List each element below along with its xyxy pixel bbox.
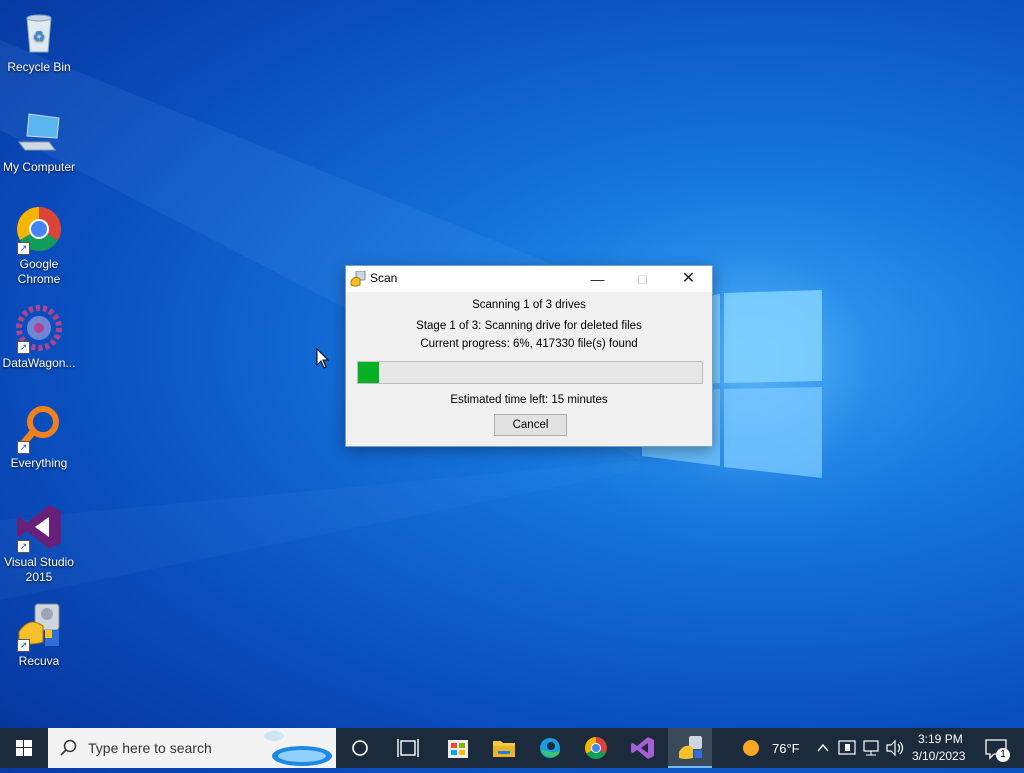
maximize-icon: □ [638, 271, 647, 287]
search-icon [60, 739, 77, 756]
desktop-icon-recycle-bin[interactable]: ♻ Recycle Bin [0, 8, 78, 75]
desktop-icon-label: Recycle Bin [7, 60, 71, 74]
maximize-button: □ [620, 266, 665, 292]
weather-widget[interactable]: 76°F [736, 728, 806, 768]
taskbar-edge[interactable] [528, 728, 572, 768]
tray-network[interactable] [860, 728, 882, 768]
desktop-icon-visual-studio[interactable]: ↗ Visual Studio 2015 [0, 503, 78, 585]
estimated-time: Estimated time left: 15 minutes [450, 394, 608, 406]
shortcut-arrow-icon: ↗ [17, 242, 30, 255]
desktop-icon-label: Google Chrome [17, 257, 61, 286]
notification-badge: 1 [996, 748, 1010, 762]
minimize-button[interactable]: — [575, 266, 620, 292]
cortana-button[interactable] [340, 728, 380, 768]
taskbar-search-box[interactable]: Type here to search [48, 728, 336, 768]
chrome-icon [585, 737, 607, 759]
scan-progress-fill [358, 362, 379, 383]
edge-icon [540, 738, 560, 758]
search-placeholder: Type here to search [88, 740, 212, 756]
mouse-cursor-icon [316, 348, 330, 369]
tray-volume[interactable] [884, 728, 906, 768]
clock-date: 3/10/2023 [912, 749, 966, 763]
scan-status-progress: Current progress: 6%, 417330 file(s) fou… [420, 338, 638, 350]
notification-icon [985, 739, 1007, 760]
svg-text:♻: ♻ [33, 29, 46, 45]
scan-status-drives: Scanning 1 of 3 drives [472, 299, 586, 311]
desktop-icon-everything[interactable]: ↗ Everything [0, 404, 78, 471]
action-center-button[interactable]: 1 [978, 728, 1018, 768]
close-icon: ✕ [681, 270, 696, 287]
computer-icon [15, 108, 63, 156]
search-highlight-icon [264, 731, 332, 766]
desktop-icon-label: Everything [10, 456, 68, 470]
shield-icon [838, 740, 856, 755]
microsoft-store-icon [448, 740, 468, 758]
desktop-icon-label: DataWagon... [2, 356, 76, 370]
recuva-icon: ↗ [15, 602, 63, 652]
windows-logo-icon [16, 740, 32, 756]
chrome-icon: ↗ [15, 205, 63, 255]
task-view-icon [397, 739, 419, 757]
cancel-button[interactable]: Cancel [494, 414, 567, 436]
network-icon [863, 740, 879, 756]
desktop-icon-label: My Computer [2, 160, 76, 174]
cortana-circle-icon [352, 740, 368, 756]
show-hidden-icons-button[interactable] [812, 728, 834, 768]
magnifier-icon: ↗ [15, 404, 63, 454]
shortcut-arrow-icon: ↗ [17, 341, 30, 354]
scan-progress-bar [357, 361, 703, 384]
desktop-icon-label: Visual Studio 2015 [4, 555, 74, 584]
minimize-icon: — [590, 271, 605, 287]
visual-studio-icon [631, 737, 654, 759]
folder-icon [493, 741, 515, 757]
desktop-icon-label: Recuva [18, 654, 60, 668]
taskbar-store[interactable] [436, 728, 480, 768]
desktop-icon-google-chrome[interactable]: ↗ Google Chrome [0, 205, 78, 287]
dialog-title: Scan [370, 271, 398, 285]
close-button[interactable]: ✕ [666, 266, 711, 292]
datawagon-gear-icon: ↗ [15, 304, 63, 354]
task-view-button[interactable] [388, 728, 428, 768]
desktop-icon-recuva[interactable]: ↗ Recuva [0, 602, 78, 669]
chevron-up-icon [817, 743, 829, 752]
recuva-icon [679, 736, 702, 759]
recuva-app-icon [350, 271, 366, 287]
shortcut-arrow-icon: ↗ [17, 441, 30, 454]
speaker-icon [886, 739, 904, 757]
scan-dialog: Scan — □ ✕ Scanning 1 of 3 drives Stage … [345, 265, 713, 447]
sun-icon [743, 740, 759, 756]
dialog-titlebar[interactable]: Scan — □ ✕ [346, 266, 712, 292]
taskbar-file-explorer[interactable] [482, 728, 526, 768]
scan-status-stage: Stage 1 of 3: Scanning drive for deleted… [416, 320, 642, 332]
taskbar-recuva[interactable] [668, 728, 712, 768]
recycle-bin-icon: ♻ [15, 8, 63, 56]
visual-studio-icon: ↗ [15, 503, 63, 553]
start-button[interactable] [0, 728, 48, 768]
clock[interactable]: 3:19 PM 3/10/2023 [908, 728, 970, 768]
weather-temp: 76°F [772, 741, 800, 756]
desktop-icon-datawagon[interactable]: ↗ DataWagon... [0, 304, 78, 371]
desktop-icon-my-computer[interactable]: My Computer [0, 108, 78, 175]
clock-time: 3:19 PM [918, 732, 963, 746]
shortcut-arrow-icon: ↗ [17, 540, 30, 553]
taskbar: Type here to search 76°F 3:19 PM 3/10/20… [0, 728, 1024, 768]
tray-security[interactable] [836, 728, 858, 768]
shortcut-arrow-icon: ↗ [17, 639, 30, 652]
taskbar-chrome[interactable] [574, 728, 618, 768]
taskbar-visual-studio[interactable] [620, 728, 664, 768]
